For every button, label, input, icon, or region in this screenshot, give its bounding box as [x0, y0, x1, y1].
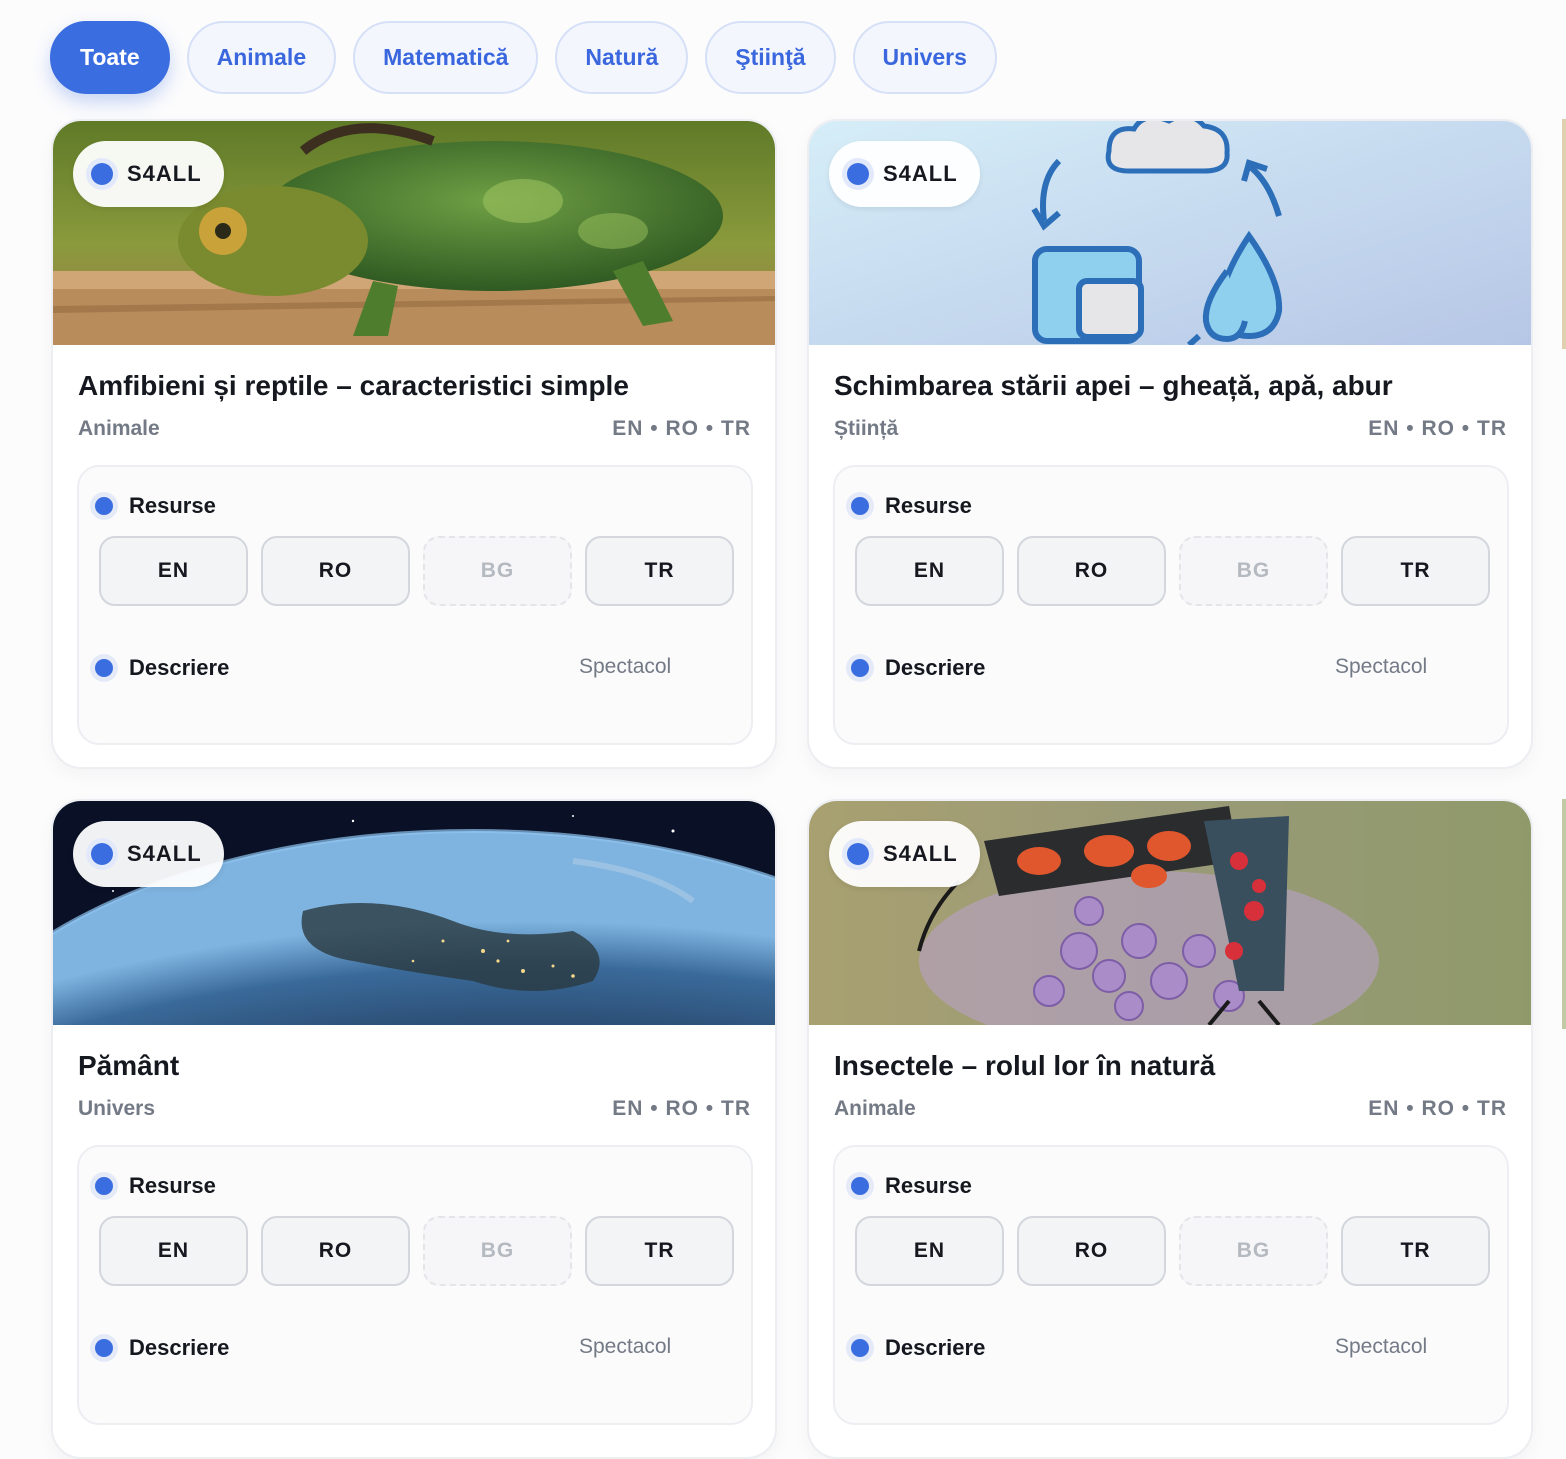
lang-button-bg-disabled: BG — [1179, 536, 1328, 606]
badge-label: S4ALL — [883, 841, 958, 866]
description-dot-icon — [95, 1339, 113, 1357]
lang-button-tr[interactable]: TR — [1341, 1216, 1490, 1286]
resources-dot-icon — [851, 1177, 869, 1195]
lang-button-ro[interactable]: RO — [1017, 536, 1166, 606]
lang-button-ro[interactable]: RO — [1017, 1216, 1166, 1286]
resources-heading: Resurse — [95, 1173, 216, 1199]
category-filter-bar: Toate Animale Matematică Natură Ştiinţă … — [50, 21, 997, 94]
filter-chip-toate[interactable]: Toate — [50, 21, 170, 94]
lang-button-tr[interactable]: TR — [585, 536, 734, 606]
resources-heading: Resurse — [95, 493, 216, 519]
card-languages: EN • RO • TR — [1368, 1097, 1507, 1120]
description-dot-icon — [851, 659, 869, 677]
card-image-earth: S4ALL — [53, 801, 775, 1025]
lang-button-ro[interactable]: RO — [261, 1216, 410, 1286]
spectacol-link[interactable]: Spectacol — [579, 655, 671, 679]
spectacol-link[interactable]: Spectacol — [579, 1335, 671, 1359]
resources-panel: Resurse EN RO BG TR Descriere Spectacol — [833, 465, 1509, 745]
card-languages: EN • RO • TR — [1368, 417, 1507, 440]
description-label: Descriere — [129, 655, 230, 680]
language-buttons: EN RO BG TR — [855, 536, 1490, 606]
card-title[interactable]: Schimbarea stării apei – gheață, apă, ab… — [834, 370, 1393, 402]
badge-dot-icon — [91, 843, 113, 865]
lang-button-en[interactable]: EN — [99, 1216, 248, 1286]
badge-label: S4ALL — [127, 161, 202, 186]
s4all-badge: S4ALL — [73, 821, 224, 887]
s4all-badge: S4ALL — [829, 821, 980, 887]
lang-button-ro[interactable]: RO — [261, 536, 410, 606]
card-category: Univers — [78, 1097, 156, 1120]
resources-label: Resurse — [885, 493, 972, 518]
resources-dot-icon — [95, 497, 113, 515]
badge-label: S4ALL — [883, 161, 958, 186]
description-dot-icon — [851, 1339, 869, 1357]
description-label: Descriere — [885, 1335, 986, 1360]
filter-chip-natura[interactable]: Natură — [555, 21, 689, 94]
card-title[interactable]: Amfibieni și reptile – caracteristici si… — [78, 370, 629, 402]
badge-dot-icon — [847, 843, 869, 865]
card-category: Știință — [834, 417, 899, 440]
lang-button-bg-disabled: BG — [1179, 1216, 1328, 1286]
lesson-card[interactable]: S4ALL Insectele – rolul lor în natură An… — [807, 799, 1533, 1459]
resources-label: Resurse — [129, 493, 216, 518]
resources-dot-icon — [95, 1177, 113, 1195]
s4all-badge: S4ALL — [73, 141, 224, 207]
language-buttons: EN RO BG TR — [855, 1216, 1490, 1286]
spectacol-link[interactable]: Spectacol — [1335, 1335, 1427, 1359]
card-languages: EN • RO • TR — [612, 1097, 751, 1120]
lang-button-tr[interactable]: TR — [585, 1216, 734, 1286]
resources-heading: Resurse — [851, 493, 972, 519]
card-image-moth: S4ALL — [809, 801, 1531, 1025]
next-card-edge — [1562, 799, 1566, 1029]
description-label: Descriere — [129, 1335, 230, 1360]
badge-dot-icon — [847, 163, 869, 185]
lesson-card[interactable]: S4ALL Pământ Univers EN • RO • TR Resurs… — [51, 799, 777, 1459]
resources-heading: Resurse — [851, 1173, 972, 1199]
resources-panel: Resurse EN RO BG TR Descriere Spectacol — [77, 465, 753, 745]
lang-button-bg-disabled: BG — [423, 1216, 572, 1286]
card-languages: EN • RO • TR — [612, 417, 751, 440]
s4all-badge: S4ALL — [829, 141, 980, 207]
lang-button-bg-disabled: BG — [423, 536, 572, 606]
lesson-card[interactable]: S4ALL Amfibieni și reptile – caracterist… — [51, 119, 777, 769]
filter-chip-stiinta[interactable]: Ştiinţă — [705, 21, 836, 94]
description-heading[interactable]: Descriere — [851, 1335, 985, 1361]
language-buttons: EN RO BG TR — [99, 536, 734, 606]
next-card-edge — [1562, 119, 1566, 349]
filter-chip-univers[interactable]: Univers — [852, 21, 997, 94]
lang-button-en[interactable]: EN — [99, 536, 248, 606]
resources-panel: Resurse EN RO BG TR Descriere Spectacol — [77, 1145, 753, 1425]
resources-panel: Resurse EN RO BG TR Descriere Spectacol — [833, 1145, 1509, 1425]
lang-button-en[interactable]: EN — [855, 1216, 1004, 1286]
spectacol-link[interactable]: Spectacol — [1335, 655, 1427, 679]
card-image-water-cycle: S4ALL — [809, 121, 1531, 345]
badge-label: S4ALL — [127, 841, 202, 866]
filter-chip-animale[interactable]: Animale — [186, 21, 337, 94]
resources-label: Resurse — [129, 1173, 216, 1198]
filter-chip-matematica[interactable]: Matematică — [353, 21, 539, 94]
card-title[interactable]: Insectele – rolul lor în natură — [834, 1050, 1215, 1082]
description-heading[interactable]: Descriere — [851, 655, 985, 681]
card-category: Animale — [834, 1097, 916, 1120]
description-label: Descriere — [885, 655, 986, 680]
resources-label: Resurse — [885, 1173, 972, 1198]
description-heading[interactable]: Descriere — [95, 1335, 229, 1361]
card-image-chameleon: S4ALL — [53, 121, 775, 345]
description-heading[interactable]: Descriere — [95, 655, 229, 681]
lang-button-tr[interactable]: TR — [1341, 536, 1490, 606]
badge-dot-icon — [91, 163, 113, 185]
resources-dot-icon — [851, 497, 869, 515]
language-buttons: EN RO BG TR — [99, 1216, 734, 1286]
lesson-card[interactable]: S4ALL Schimbarea stării apei – gheață, a… — [807, 119, 1533, 769]
lang-button-en[interactable]: EN — [855, 536, 1004, 606]
description-dot-icon — [95, 659, 113, 677]
card-title[interactable]: Pământ — [78, 1050, 179, 1082]
card-category: Animale — [78, 417, 160, 440]
